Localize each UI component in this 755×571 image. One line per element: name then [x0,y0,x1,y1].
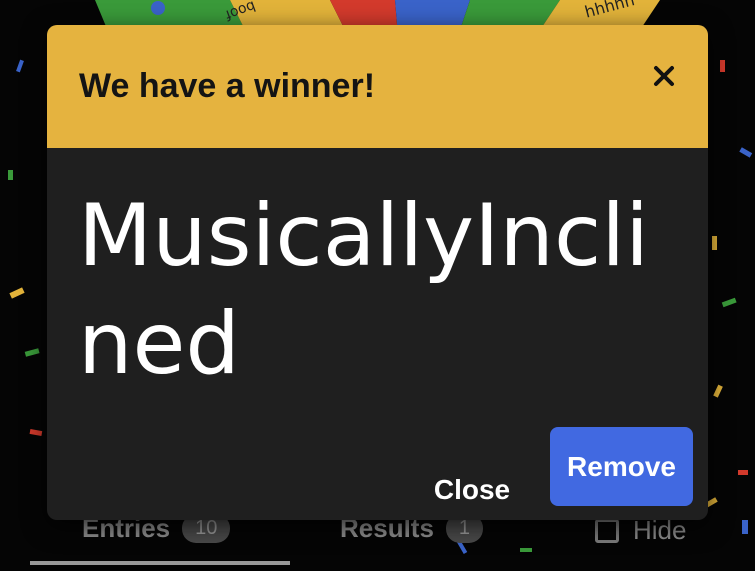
remove-button[interactable]: Remove [550,427,693,506]
close-icon[interactable] [647,59,681,93]
close-button[interactable]: Close [417,450,527,520]
hide-checkbox[interactable] [595,518,619,543]
winner-name: MusicallyInclined [78,186,650,394]
app-stage: boof hhhhh Entries 10 Results 1 Hide We … [0,0,755,571]
dialog-title: We have a winner! [79,67,376,105]
dialog-header: We have a winner! [47,25,708,148]
dialog-body: MusicallyInclined Close Remove [47,148,708,520]
active-tab-indicator [30,561,290,565]
winner-dialog: We have a winner! MusicallyInclined Clos… [47,25,708,520]
